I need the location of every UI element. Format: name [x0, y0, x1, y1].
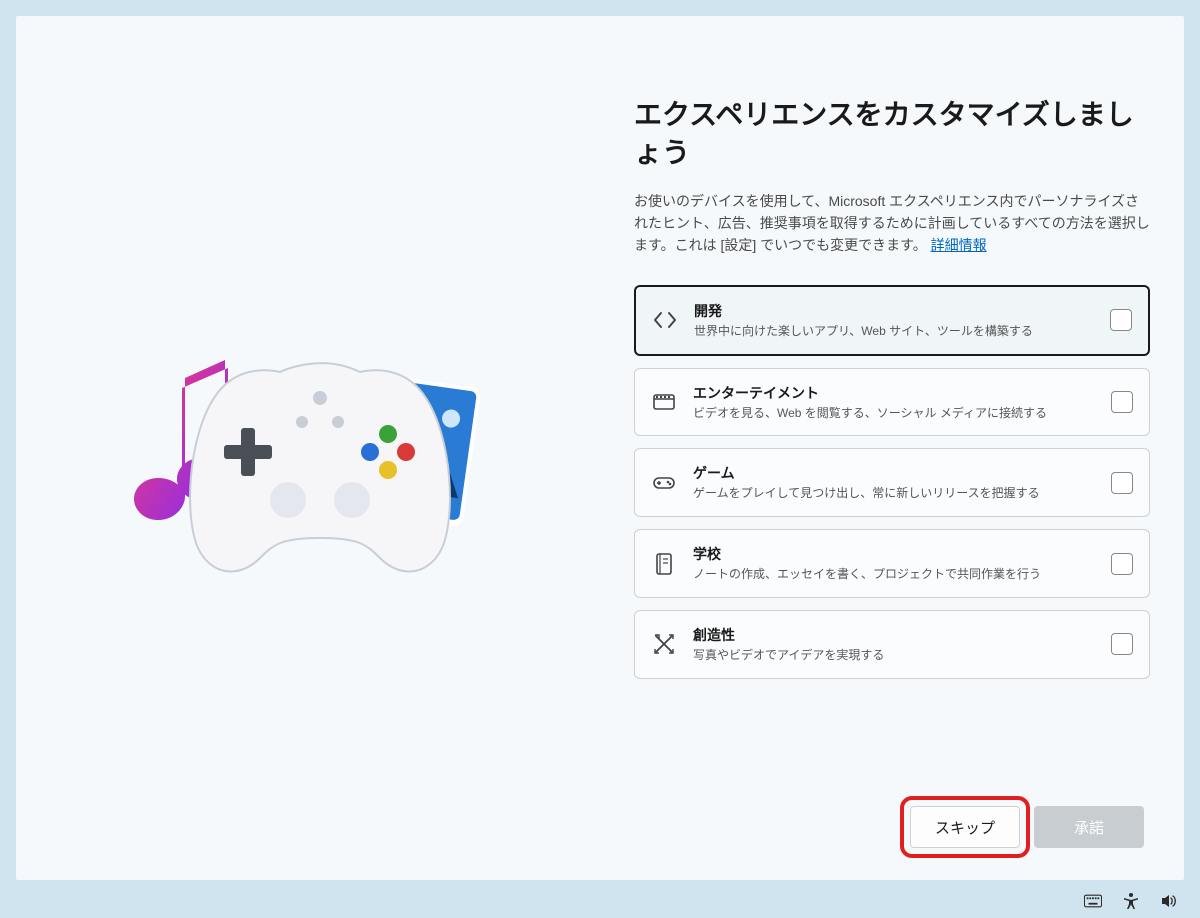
- option-checkbox[interactable]: [1110, 309, 1132, 331]
- option-checkbox[interactable]: [1111, 633, 1133, 655]
- option-title: ゲーム: [693, 463, 1095, 483]
- option-desc: ビデオを見る、Web を閲覧する、ソーシャル メディアに接続する: [693, 405, 1095, 422]
- illustration-panel: [16, 16, 624, 880]
- option-text: 学校ノートの作成、エッセイを書く、プロジェクトで共同作業を行う: [693, 544, 1095, 583]
- page-title: エクスペリエンスをカスタマイズしましょう: [634, 96, 1150, 172]
- option-desc: ノートの作成、エッセイを書く、プロジェクトで共同作業を行う: [693, 566, 1095, 583]
- controller-illustration: [130, 308, 510, 608]
- option-title: エンターテイメント: [693, 383, 1095, 403]
- option-card-film[interactable]: エンターテイメントビデオを見る、Web を閲覧する、ソーシャル メディアに接続す…: [634, 368, 1150, 437]
- option-desc: ゲームをプレイして見つけ出し、常に新しいリリースを把握する: [693, 485, 1095, 502]
- option-checkbox[interactable]: [1111, 553, 1133, 575]
- option-title: 開発: [694, 301, 1094, 321]
- code-icon: [652, 307, 678, 333]
- accessibility-icon[interactable]: [1122, 892, 1140, 910]
- button-row: スキップ 承諾: [634, 790, 1164, 860]
- option-checkbox[interactable]: [1111, 391, 1133, 413]
- gamepad-icon: [651, 470, 677, 496]
- oobe-window: エクスペリエンスをカスタマイズしましょう お使いのデバイスを使用して、Micro…: [16, 16, 1184, 880]
- options-list: 開発世界中に向けた楽しいアプリ、Web サイト、ツールを構築するエンターテイメン…: [634, 285, 1150, 679]
- skip-button[interactable]: スキップ: [910, 806, 1020, 848]
- option-checkbox[interactable]: [1111, 472, 1133, 494]
- option-desc: 世界中に向けた楽しいアプリ、Web サイト、ツールを構築する: [694, 323, 1094, 340]
- option-text: ゲームゲームをプレイして見つけ出し、常に新しいリリースを把握する: [693, 463, 1095, 502]
- more-info-link[interactable]: 詳細情報: [931, 237, 987, 253]
- content-panel: エクスペリエンスをカスタマイズしましょう お使いのデバイスを使用して、Micro…: [624, 16, 1184, 880]
- option-title: 学校: [693, 544, 1095, 564]
- option-text: エンターテイメントビデオを見る、Web を閲覧する、ソーシャル メディアに接続す…: [693, 383, 1095, 422]
- scroll-area[interactable]: エクスペリエンスをカスタマイズしましょう お使いのデバイスを使用して、Micro…: [634, 96, 1164, 790]
- option-text: 創造性写真やビデオでアイデアを実現する: [693, 625, 1095, 664]
- notebook-icon: [651, 551, 677, 577]
- page-description: お使いのデバイスを使用して、Microsoft エクスペリエンス内でパーソナライ…: [634, 190, 1150, 257]
- option-title: 創造性: [693, 625, 1095, 645]
- option-card-code[interactable]: 開発世界中に向けた楽しいアプリ、Web サイト、ツールを構築する: [634, 285, 1150, 356]
- option-desc: 写真やビデオでアイデアを実現する: [693, 647, 1095, 664]
- option-card-gamepad[interactable]: ゲームゲームをプレイして見つけ出し、常に新しいリリースを把握する: [634, 448, 1150, 517]
- film-icon: [651, 389, 677, 415]
- keyboard-icon[interactable]: [1084, 892, 1102, 910]
- volume-icon[interactable]: [1160, 892, 1178, 910]
- option-text: 開発世界中に向けた楽しいアプリ、Web サイト、ツールを構築する: [694, 301, 1094, 340]
- accept-button[interactable]: 承諾: [1034, 806, 1144, 848]
- pencil-cross-icon: [651, 631, 677, 657]
- option-card-pencil-cross[interactable]: 創造性写真やビデオでアイデアを実現する: [634, 610, 1150, 679]
- option-card-notebook[interactable]: 学校ノートの作成、エッセイを書く、プロジェクトで共同作業を行う: [634, 529, 1150, 598]
- taskbar: [0, 884, 1200, 918]
